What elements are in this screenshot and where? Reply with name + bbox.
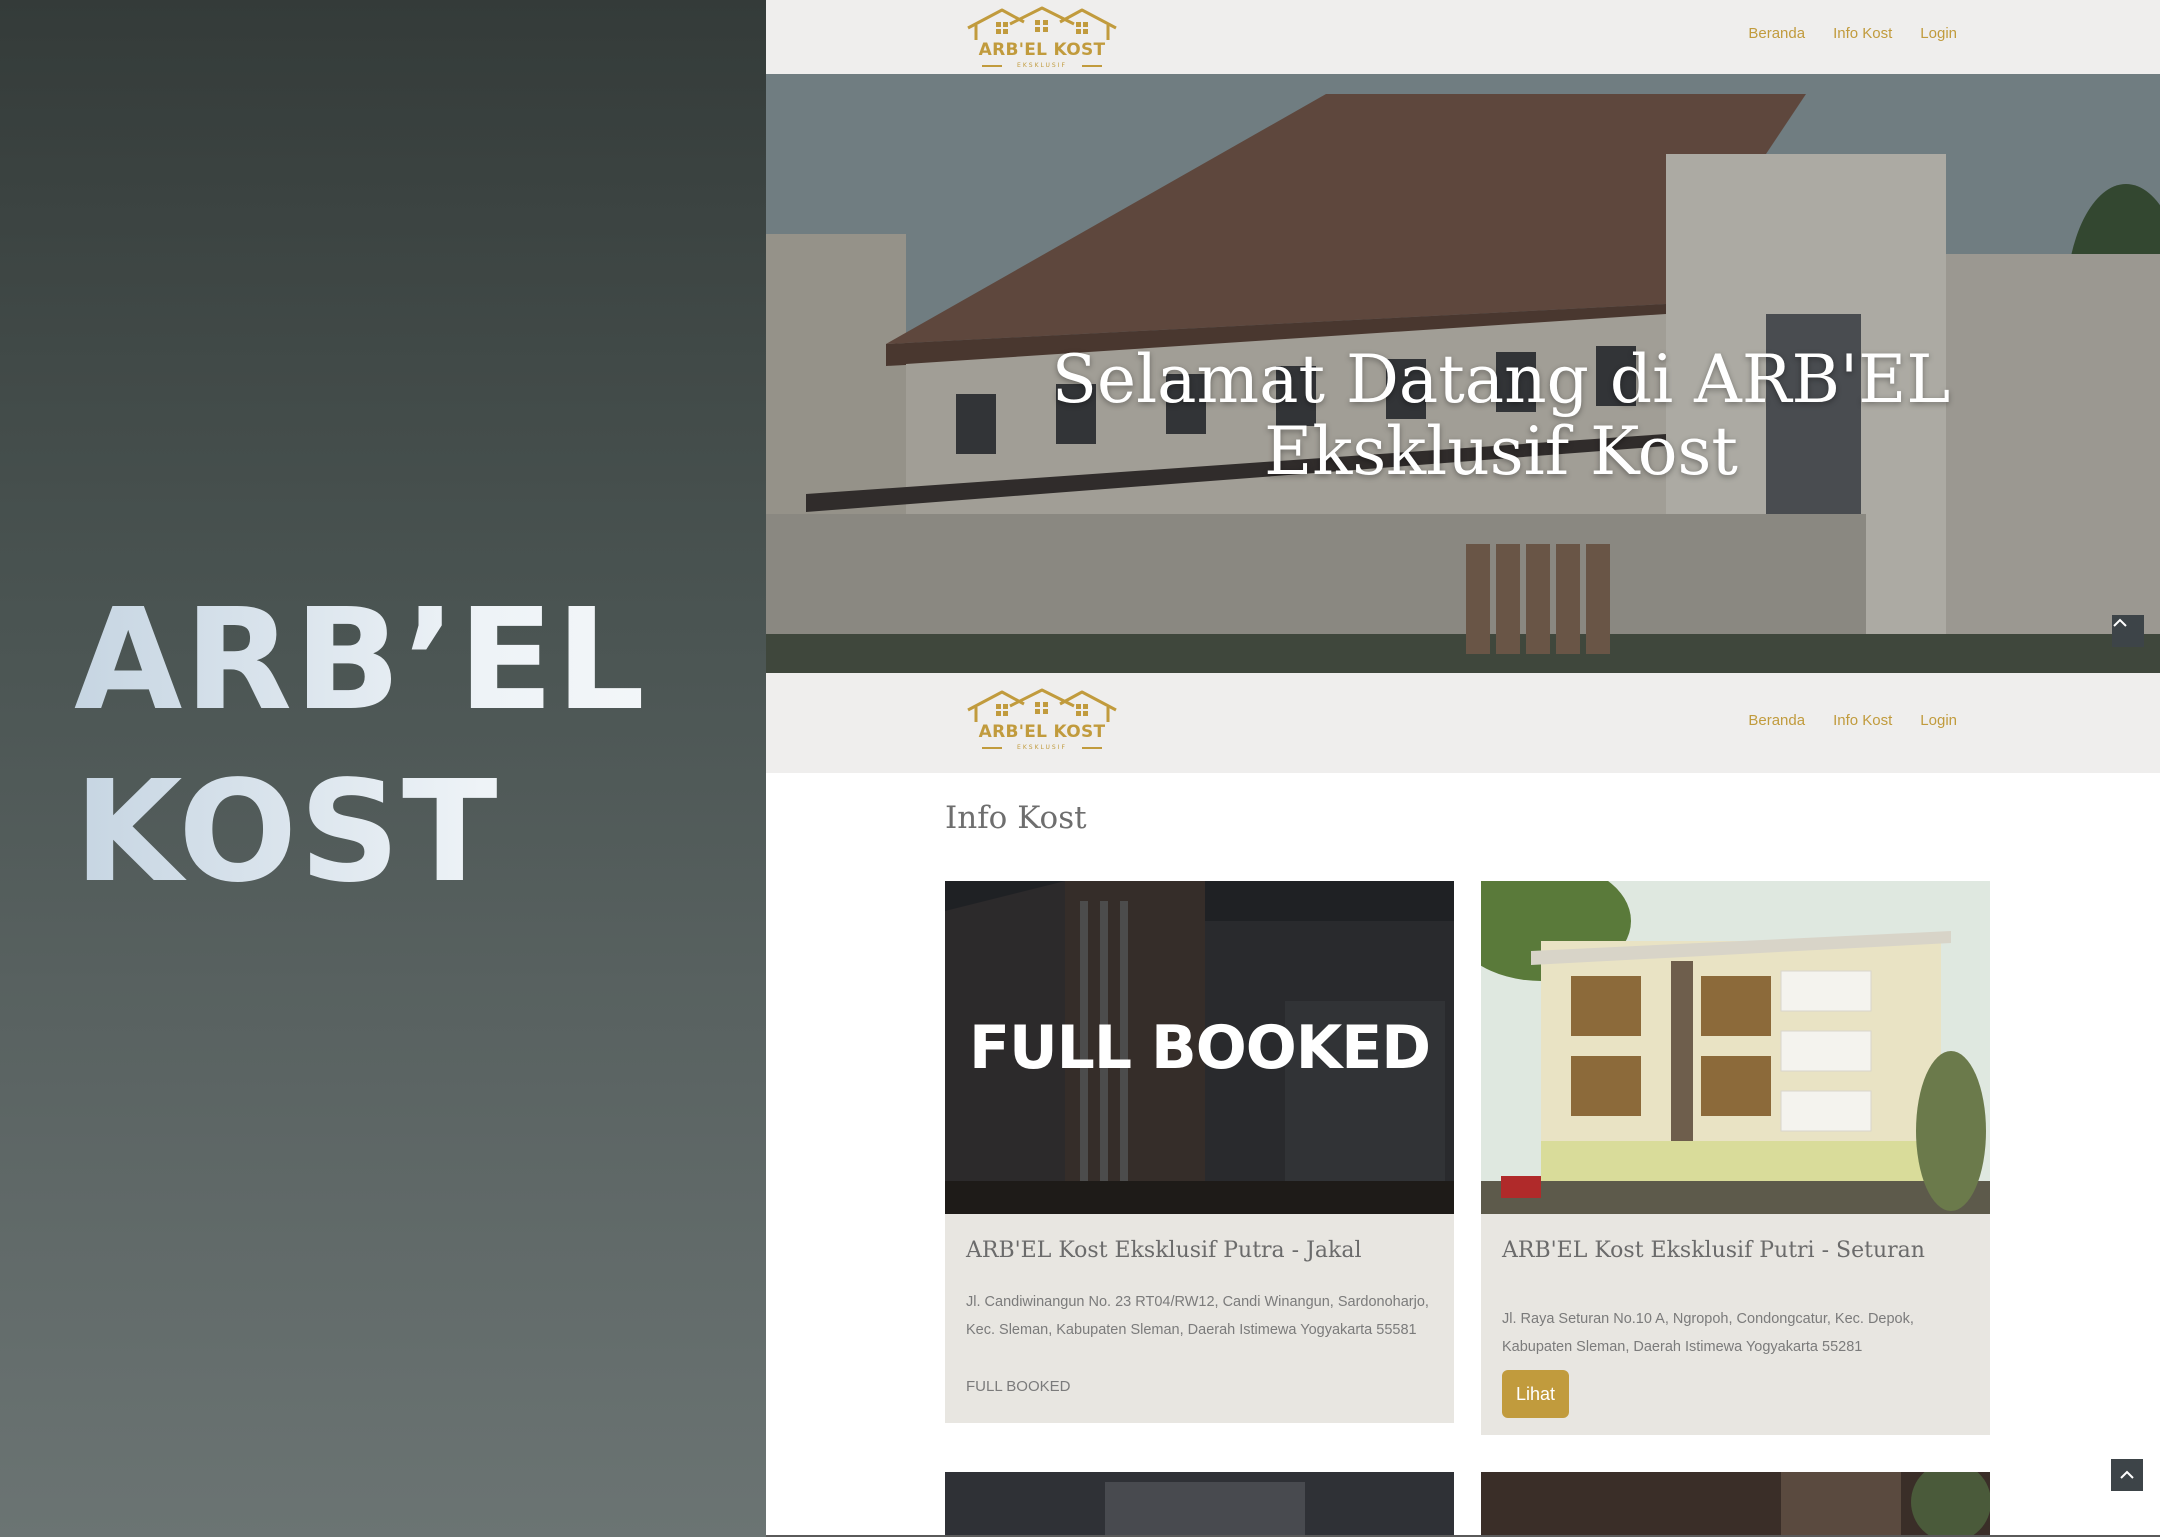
site-logo[interactable]: ARB'EL KOST EKSKLUSIF (962, 688, 1122, 758)
nav-link-login[interactable]: Login (1920, 712, 1957, 729)
full-booked-overlay: FULL BOOKED (968, 1012, 1431, 1083)
card-title: ARB'EL Kost Eksklusif Putra - Jakal (966, 1238, 1362, 1263)
top-nav-menu: Beranda Info Kost Login (1748, 25, 1957, 42)
promo-title-line1: ARB’EL (74, 579, 647, 742)
logo-divider (982, 65, 1002, 67)
promo-title-line2: KOST (74, 751, 500, 914)
promo-panel: ARB’EL KOST (0, 0, 766, 1537)
scroll-top-button[interactable] (2112, 615, 2144, 647)
nav-link-info-kost[interactable]: Info Kost (1833, 25, 1892, 42)
logo-text: ARB'EL KOST (978, 40, 1106, 60)
section-title-info-kost: Info Kost (945, 800, 1087, 836)
website-viewport: ARB'EL KOST EKSKLUSIF Beranda Info Kost … (766, 0, 2160, 1537)
lihat-button[interactable]: Lihat (1502, 1370, 1569, 1418)
card-status: FULL BOOKED (966, 1378, 1071, 1395)
card-image: FULL BOOKED (945, 881, 1454, 1214)
logo-text: ARB'EL KOST (978, 722, 1106, 742)
nav-link-info-kost[interactable]: Info Kost (1833, 712, 1892, 729)
logo-subtext: EKSKLUSIF (1017, 744, 1067, 751)
logo-divider (982, 747, 1002, 749)
card-address: Jl. Candiwinangun No. 23 RT04/RW12, Cand… (966, 1294, 1429, 1338)
chevron-up-icon (2113, 618, 2127, 627)
top-navbar: ARB'EL KOST EKSKLUSIF Beranda Info Kost … (766, 0, 2160, 74)
logo-divider (1082, 747, 1102, 749)
chevron-up-icon (2120, 1470, 2134, 1479)
card-title: ARB'EL Kost Eksklusif Putri - Seturan (1502, 1238, 1925, 1263)
building-photo (1481, 1472, 1990, 1537)
hero-title: Selamat Datang di ARB'EL Eksklusif Kost (1051, 341, 1951, 490)
hero-banner: Selamat Datang di ARB'EL Eksklusif Kost (766, 74, 2160, 673)
nav-link-beranda[interactable]: Beranda (1748, 25, 1805, 42)
scroll-top-button[interactable] (2111, 1459, 2143, 1491)
card-image[interactable] (1481, 881, 1990, 1214)
kost-card-jakal: FULL BOOKED ARB'EL Kost Eksklusif Putra … (945, 881, 1454, 1423)
sticky-nav-menu: Beranda Info Kost Login (1748, 712, 1957, 729)
promo-title: ARB’EL KOST (74, 575, 754, 919)
nav-link-beranda[interactable]: Beranda (1748, 712, 1805, 729)
site-logo[interactable]: ARB'EL KOST EKSKLUSIF (962, 6, 1122, 76)
logo-subtext: EKSKLUSIF (1017, 62, 1067, 69)
card-address: Jl. Raya Seturan No.10 A, Ngropoh, Condo… (1502, 1311, 1914, 1355)
kost-card-partial (1481, 1472, 1990, 1537)
building-photo (945, 1472, 1454, 1537)
nav-link-login[interactable]: Login (1920, 25, 1957, 42)
kost-card-partial (945, 1472, 1454, 1537)
building-photo (1481, 881, 1990, 1214)
logo-divider (1082, 65, 1102, 67)
sticky-navbar: ARB'EL KOST EKSKLUSIF Beranda Info Kost … (766, 673, 2160, 773)
kost-card-seturan: ARB'EL Kost Eksklusif Putri - Seturan Jl… (1481, 881, 1990, 1435)
